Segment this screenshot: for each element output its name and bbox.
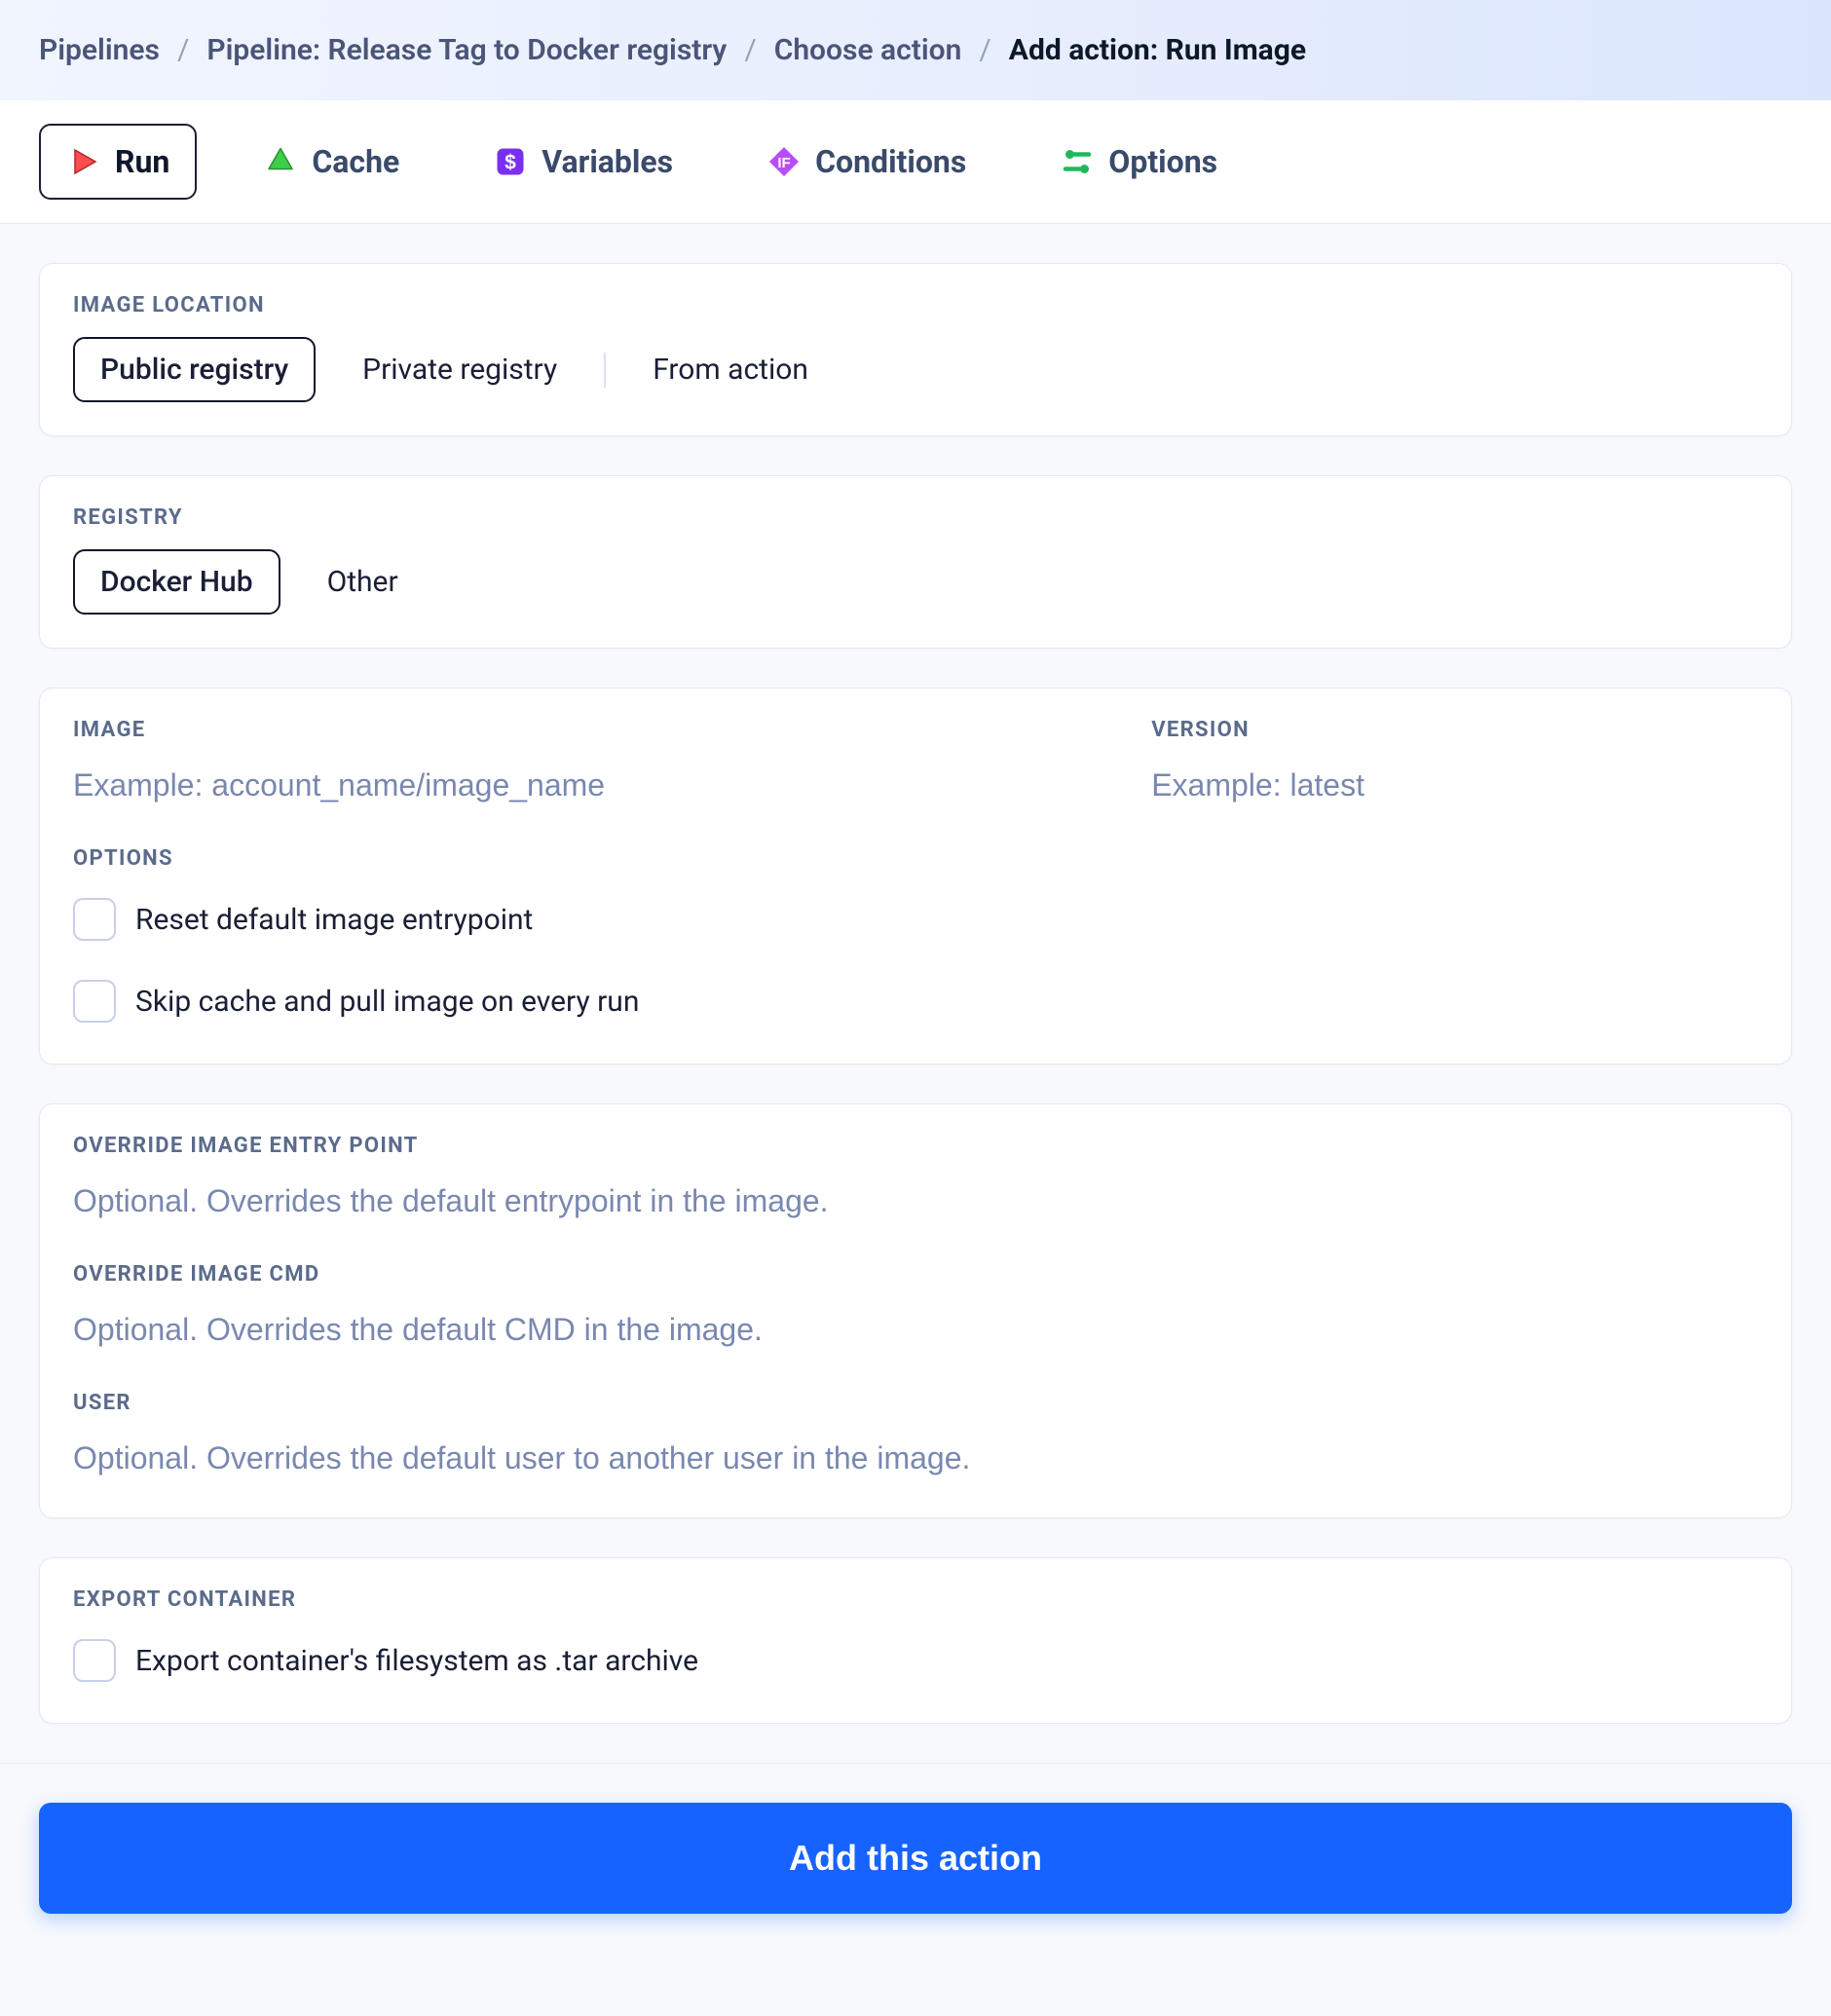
label-image: Image [73, 718, 1093, 742]
checkbox-skip-cache-label: Skip cache and pull image on every run [135, 985, 639, 1019]
label-user: User [73, 1391, 1758, 1415]
breadcrumb: Pipelines / Pipeline: Release Tag to Doc… [0, 0, 1831, 100]
tab-conditions-label: Conditions [815, 143, 966, 180]
tab-options-label: Options [1108, 143, 1217, 180]
label-override-cmd: Override Image CMD [73, 1262, 1758, 1287]
segment-divider [604, 353, 606, 388]
card-image-version-options: Image Version Options Reset default imag… [39, 688, 1792, 1064]
play-icon [66, 144, 101, 179]
conditions-icon: IF [766, 144, 802, 179]
tab-run-label: Run [115, 143, 169, 180]
seg-private-registry[interactable]: Private registry [335, 337, 584, 402]
options-icon [1060, 144, 1095, 179]
breadcrumb-pipeline-detail[interactable]: Pipeline: Release Tag to Docker registry [206, 33, 727, 67]
tab-cache-label: Cache [312, 143, 399, 180]
label-options: Options [73, 846, 1758, 871]
breadcrumb-choose-action[interactable]: Choose action [774, 33, 962, 67]
card-image-location: Image Location Public registry Private r… [39, 263, 1792, 436]
tab-options[interactable]: Options [1032, 124, 1245, 200]
label-override-entrypoint: Override Image Entry Point [73, 1134, 1758, 1158]
breadcrumb-separator: / [177, 33, 189, 67]
card-export-container: Export Container Export container's file… [39, 1557, 1792, 1724]
svg-text:$: $ [504, 152, 516, 174]
footer: Add this action [0, 1763, 1831, 1953]
tab-conditions[interactable]: IF Conditions [739, 124, 993, 200]
checkbox-reset-entrypoint[interactable] [73, 898, 116, 941]
tab-cache[interactable]: Cache [236, 124, 427, 200]
label-export-container: Export Container [73, 1587, 1758, 1612]
svg-text:IF: IF [777, 155, 790, 171]
tab-run[interactable]: Run [39, 124, 197, 200]
override-entrypoint-input[interactable] [73, 1177, 1758, 1227]
form-content: Image Location Public registry Private r… [0, 224, 1831, 1763]
label-image-location: Image Location [73, 293, 1758, 317]
breadcrumb-separator: / [979, 33, 990, 67]
variables-icon: $ [493, 144, 528, 179]
add-action-button[interactable]: Add this action [39, 1803, 1792, 1914]
checkbox-export-container[interactable] [73, 1639, 116, 1682]
override-cmd-input[interactable] [73, 1306, 1758, 1356]
tab-variables-label: Variables [542, 143, 673, 180]
breadcrumb-current: Add action: Run Image [1009, 33, 1306, 67]
cache-icon [263, 144, 298, 179]
card-overrides: Override Image Entry Point Override Imag… [39, 1103, 1792, 1518]
checkbox-skip-cache[interactable] [73, 980, 116, 1023]
checkbox-export-container-label: Export container's filesystem as .tar ar… [135, 1644, 698, 1678]
image-input[interactable] [73, 762, 1093, 811]
seg-docker-hub[interactable]: Docker Hub [73, 549, 280, 615]
seg-from-action[interactable]: From action [625, 337, 836, 402]
seg-public-registry[interactable]: Public registry [73, 337, 316, 402]
breadcrumb-pipelines[interactable]: Pipelines [39, 33, 160, 67]
breadcrumb-separator: / [744, 33, 756, 67]
seg-other[interactable]: Other [300, 549, 426, 615]
card-registry: Registry Docker Hub Other [39, 475, 1792, 649]
tabstrip: Run Cache $ Variables IF Conditions [0, 100, 1831, 224]
checkbox-reset-entrypoint-label: Reset default image entrypoint [135, 903, 533, 937]
user-input[interactable] [73, 1435, 1758, 1484]
label-registry: Registry [73, 505, 1758, 530]
tab-variables[interactable]: $ Variables [466, 124, 700, 200]
label-version: Version [1151, 718, 1758, 742]
version-input[interactable] [1151, 762, 1758, 811]
